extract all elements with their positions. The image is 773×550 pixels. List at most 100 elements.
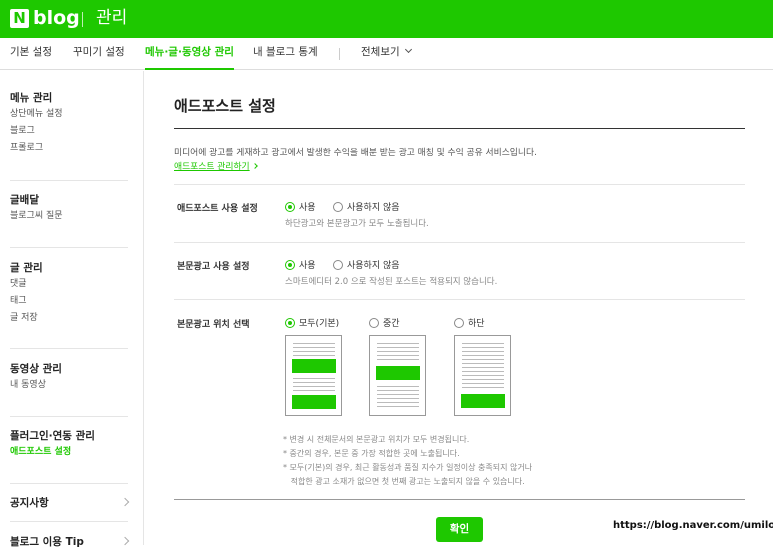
sidebar-group-posts: 글 관리 댓글 태그 글 저장	[10, 260, 128, 327]
sidebar-group-video: 동영상 관리 내 동영상	[10, 361, 128, 394]
position-middle-preview[interactable]	[369, 335, 426, 416]
body-ad-radio-no[interactable]: 사용하지 않음	[333, 258, 400, 271]
sidebar-divider	[10, 180, 128, 181]
sidebar-item-adpost-settings[interactable]: 애드포스트 설정	[10, 444, 128, 461]
sidebar-divider	[10, 521, 128, 522]
sidebar-divider	[10, 247, 128, 248]
blog-url-watermark: https://blog.naver.com/umilog	[613, 520, 773, 531]
sidebar-item-tags[interactable]: 태그	[10, 293, 128, 310]
note-line: 적합한 광고 소재가 없으면 첫 번째 광고는 노출되지 않을 수 있습니다.	[283, 477, 525, 486]
sidebar-item-my-videos[interactable]: 내 동영상	[10, 377, 128, 394]
naver-logo-icon[interactable]: N	[10, 9, 29, 28]
sidebar-group-title[interactable]: 글배달	[10, 192, 128, 208]
sidebar-item-top-menu[interactable]: 상단메뉴 설정	[10, 106, 128, 123]
text-line	[377, 406, 419, 407]
note-line: * 변경 시 전체문서의 본문광고 위치가 모두 변경됩니다.	[283, 435, 470, 444]
text-line	[293, 382, 335, 383]
chevron-down-icon	[404, 45, 412, 54]
text-line	[293, 343, 335, 344]
sidebar-group-title[interactable]: 메뉴 관리	[10, 90, 128, 106]
radio-label: 사용	[299, 261, 316, 271]
radio-label: 중간	[383, 319, 400, 329]
sidebar-item-comments[interactable]: 댓글	[10, 276, 128, 293]
body-ad-position-label: 본문광고 위치 선택	[177, 320, 250, 330]
text-line	[293, 355, 335, 356]
text-line	[462, 383, 504, 384]
sidebar-group-title: 공지사항	[10, 497, 49, 509]
tab-divider	[339, 48, 340, 60]
adpost-manage-link[interactable]: 애드포스트 관리하기	[174, 159, 258, 172]
blog-logo[interactable]: blog	[33, 6, 80, 30]
sidebar-group-title[interactable]: 글 관리	[10, 260, 128, 276]
text-line	[462, 343, 504, 344]
tab-view-all[interactable]: 전체보기	[361, 38, 412, 70]
radio-label: 하단	[468, 319, 485, 329]
tab-menu-post-video[interactable]: 메뉴·글·동영상 관리	[145, 38, 234, 70]
position-all-preview[interactable]	[285, 335, 342, 416]
adpost-manage-link-label: 애드포스트 관리하기	[174, 162, 250, 172]
position-radio-all[interactable]: 모두(기본)	[285, 316, 339, 329]
radio-unselected-icon	[333, 260, 343, 270]
text-line	[377, 347, 419, 348]
radio-selected-icon	[285, 318, 295, 328]
main-tabs: 기본 설정 꾸미기 설정 메뉴·글·동영상 관리 내 블로그 통계 전체보기	[0, 38, 773, 70]
body-ad-use-label: 본문광고 사용 설정	[177, 262, 250, 272]
radio-label: 모두(기본)	[299, 319, 340, 329]
ad-block	[292, 359, 336, 373]
sidebar-item-prologue[interactable]: 프롤로그	[10, 140, 128, 157]
section-divider	[174, 299, 745, 300]
text-line	[462, 375, 504, 376]
page-title: 애드포스트 설정	[174, 97, 276, 115]
note-line: * 모두(기본)의 경우, 최근 활동성과 품질 지수가 일정이상 충족되지 않…	[283, 463, 533, 472]
section-title: 관리	[96, 8, 128, 28]
text-line	[377, 394, 419, 395]
sidebar: 메뉴 관리 상단메뉴 설정 블로그 프롤로그 글배달 블로그씨 질문 글 관리 …	[0, 71, 144, 548]
sidebar-group-title[interactable]: 플러그인·연동 관리	[10, 428, 128, 444]
ad-block	[376, 366, 420, 380]
adpost-use-radio-no[interactable]: 사용하지 않음	[333, 200, 400, 213]
radio-unselected-icon	[369, 318, 379, 328]
position-bottom-preview[interactable]	[454, 335, 511, 416]
text-line	[462, 367, 504, 368]
adpost-use-desc: 하단광고와 본문광고가 모두 노출됩니다.	[285, 219, 429, 229]
body-ad-use-desc: 스마트에디터 2.0 으로 작성된 포스트는 적용되지 않습니다.	[285, 277, 498, 287]
text-line	[377, 386, 419, 387]
text-line	[462, 387, 504, 388]
sidebar-group-delivery: 글배달 블로그씨 질문	[10, 192, 128, 225]
text-line	[293, 347, 335, 348]
adpost-use-radio-yes[interactable]: 사용	[285, 200, 316, 213]
sidebar-item-blog[interactable]: 블로그	[10, 123, 128, 140]
sidebar-group-title[interactable]: 동영상 관리	[10, 361, 128, 377]
radio-label: 사용하지 않음	[347, 261, 400, 271]
text-line	[377, 390, 419, 391]
sidebar-group-title: 블로그 이용 Tip	[10, 536, 84, 548]
text-line	[462, 347, 504, 348]
chevron-right-icon	[251, 163, 258, 169]
text-line	[377, 355, 419, 356]
body-ad-radio-yes[interactable]: 사용	[285, 258, 316, 271]
radio-unselected-icon	[454, 318, 464, 328]
tab-design-settings[interactable]: 꾸미기 설정	[73, 38, 125, 70]
text-line	[377, 402, 419, 403]
tab-basic-settings[interactable]: 기본 설정	[10, 38, 52, 70]
sidebar-item-notice[interactable]: 공지사항	[10, 495, 130, 511]
radio-selected-icon	[285, 260, 295, 270]
text-line	[293, 386, 335, 387]
sidebar-divider	[10, 483, 128, 484]
text-line	[462, 355, 504, 356]
position-radio-bottom[interactable]: 하단	[454, 316, 485, 329]
footer-divider	[174, 499, 745, 500]
text-line	[293, 378, 335, 379]
sidebar-item-post-save[interactable]: 글 저장	[10, 310, 128, 327]
tab-view-all-label: 전체보기	[361, 46, 400, 58]
radio-label: 사용	[299, 203, 316, 213]
sidebar-item-blogc-question[interactable]: 블로그씨 질문	[10, 208, 128, 225]
sidebar-divider	[10, 348, 128, 349]
text-line	[293, 390, 335, 391]
tab-blog-stats[interactable]: 내 블로그 통계	[253, 38, 318, 70]
ad-block	[292, 395, 336, 409]
confirm-button[interactable]: 확인	[436, 517, 483, 542]
sidebar-item-tips[interactable]: 블로그 이용 Tip	[10, 534, 130, 550]
main-content: 애드포스트 설정 미디어에 광고를 게재하고 광고에서 발생한 수익을 배분 받…	[144, 71, 773, 545]
position-radio-middle[interactable]: 중간	[369, 316, 400, 329]
